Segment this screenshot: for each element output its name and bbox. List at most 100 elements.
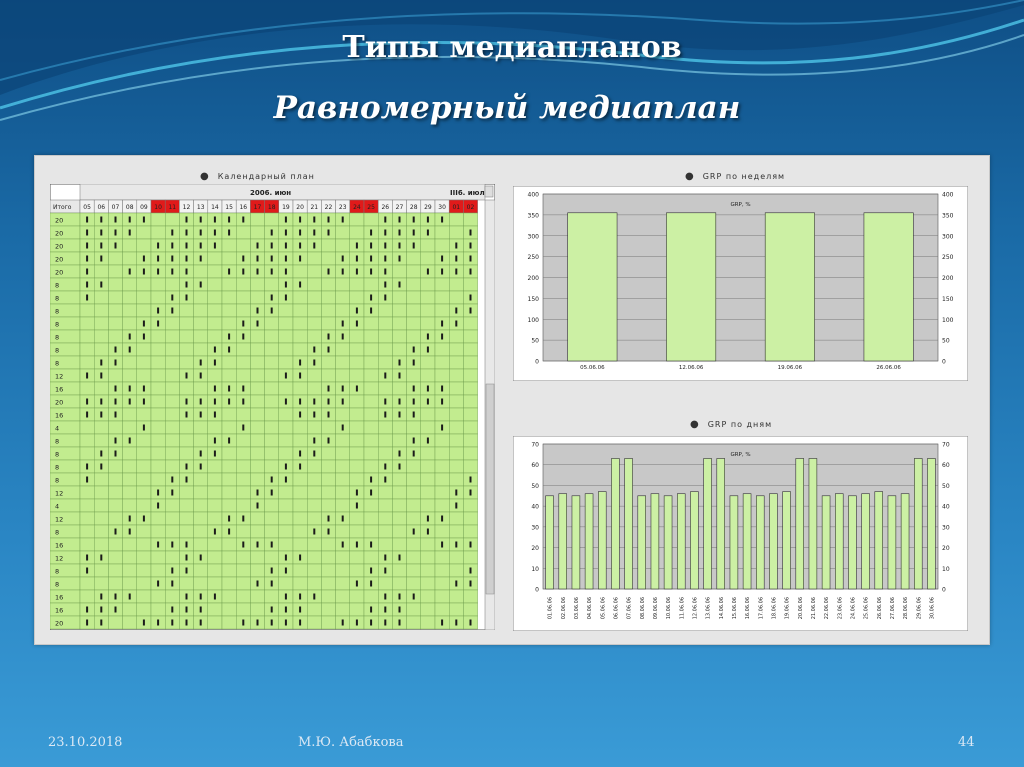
- calendar-cell[interactable]: [335, 589, 351, 604]
- calendar-cell[interactable]: [136, 485, 152, 500]
- calendar-cell[interactable]: [406, 251, 422, 266]
- calendar-cell[interactable]: [250, 329, 265, 344]
- calendar-cell[interactable]: [179, 329, 194, 344]
- calendar-cell[interactable]: [406, 537, 422, 552]
- calendar-cell[interactable]: [264, 212, 280, 227]
- calendar-cell[interactable]: [420, 576, 436, 591]
- calendar-cell[interactable]: [250, 394, 265, 409]
- calendar-cell[interactable]: [250, 563, 265, 578]
- calendar-cell[interactable]: [164, 524, 180, 539]
- calendar-cell[interactable]: [420, 498, 436, 513]
- calendar-cell[interactable]: [264, 446, 280, 461]
- calendar-cell[interactable]: [406, 615, 422, 630]
- calendar-cell[interactable]: [193, 381, 209, 396]
- calendar-cell[interactable]: [363, 498, 379, 513]
- calendar-cell[interactable]: [463, 498, 478, 513]
- calendar-cell[interactable]: [136, 446, 152, 461]
- calendar-cell[interactable]: [363, 459, 379, 474]
- calendar-cell[interactable]: [122, 303, 137, 318]
- calendar-cell[interactable]: [264, 342, 280, 357]
- calendar-cell[interactable]: [449, 407, 464, 422]
- calendar-cell[interactable]: [193, 563, 209, 578]
- calendar-cell[interactable]: [420, 251, 436, 266]
- calendar-cell[interactable]: [108, 264, 123, 279]
- calendar-cell[interactable]: [307, 511, 322, 526]
- calendar-cell[interactable]: [335, 433, 351, 448]
- calendar-cell[interactable]: [264, 420, 280, 435]
- calendar-cell[interactable]: [250, 420, 265, 435]
- calendar-cell[interactable]: [349, 277, 365, 292]
- calendar-cell[interactable]: [420, 368, 436, 383]
- calendar-cell[interactable]: [150, 329, 166, 344]
- calendar-cell[interactable]: [434, 524, 450, 539]
- calendar-cell[interactable]: [179, 433, 194, 448]
- calendar-cell[interactable]: [463, 329, 478, 344]
- calendar-cell[interactable]: [179, 316, 194, 331]
- calendar-cell[interactable]: [108, 303, 123, 318]
- calendar-cell[interactable]: [349, 563, 365, 578]
- calendar-cell[interactable]: [235, 498, 251, 513]
- calendar-cell[interactable]: [307, 368, 322, 383]
- calendar-cell[interactable]: [122, 290, 137, 305]
- calendar-cell[interactable]: [292, 381, 308, 396]
- calendar-cell[interactable]: [193, 329, 209, 344]
- calendar-cell[interactable]: [378, 316, 393, 331]
- calendar-cell[interactable]: [449, 277, 464, 292]
- calendar-cell[interactable]: [94, 498, 109, 513]
- calendar-cell[interactable]: [463, 433, 478, 448]
- calendar-cell[interactable]: [250, 589, 265, 604]
- calendar-cell[interactable]: [406, 290, 422, 305]
- calendar-cell[interactable]: [207, 368, 223, 383]
- calendar-cell[interactable]: [235, 225, 251, 240]
- calendar-cell[interactable]: [363, 329, 379, 344]
- calendar-cell[interactable]: [349, 368, 365, 383]
- calendar-cell[interactable]: [292, 576, 308, 591]
- calendar-cell[interactable]: [235, 472, 251, 487]
- calendar-cell[interactable]: [335, 524, 351, 539]
- calendar-cell[interactable]: [349, 589, 365, 604]
- calendar-cell[interactable]: [108, 277, 123, 292]
- calendar-cell[interactable]: [150, 446, 166, 461]
- calendar-cell[interactable]: [136, 563, 152, 578]
- calendar-cell[interactable]: [292, 290, 308, 305]
- calendar-cell[interactable]: [378, 303, 393, 318]
- calendar-cell[interactable]: [335, 355, 351, 370]
- calendar-cell[interactable]: [307, 316, 322, 331]
- calendar-cell[interactable]: [221, 615, 237, 630]
- calendar-cell[interactable]: [136, 368, 152, 383]
- calendar-cell[interactable]: [349, 342, 365, 357]
- calendar-cell[interactable]: [235, 576, 251, 591]
- calendar-cell[interactable]: [434, 563, 450, 578]
- calendar-cell[interactable]: [193, 290, 209, 305]
- calendar-cell[interactable]: [235, 303, 251, 318]
- calendar-cell[interactable]: [122, 459, 137, 474]
- calendar-cell[interactable]: [164, 355, 180, 370]
- calendar-cell[interactable]: [378, 446, 393, 461]
- calendar-cell[interactable]: [335, 238, 351, 253]
- calendar-cell[interactable]: [235, 446, 251, 461]
- calendar-cell[interactable]: [463, 212, 478, 227]
- calendar-cell[interactable]: [321, 251, 336, 266]
- calendar-cell[interactable]: [434, 498, 450, 513]
- calendar-cell[interactable]: [321, 459, 336, 474]
- calendar-cell[interactable]: [378, 329, 393, 344]
- calendar-cell[interactable]: [363, 511, 379, 526]
- calendar-cell[interactable]: [406, 602, 422, 617]
- calendar-cell[interactable]: [292, 420, 308, 435]
- calendar-cell[interactable]: [363, 433, 379, 448]
- calendar-cell[interactable]: [235, 433, 251, 448]
- calendar-cell[interactable]: [420, 602, 436, 617]
- calendar-cell[interactable]: [463, 381, 478, 396]
- calendar-cell[interactable]: [150, 589, 166, 604]
- calendar-cell[interactable]: [292, 537, 308, 552]
- calendar-cell[interactable]: [449, 524, 464, 539]
- calendar-cell[interactable]: [307, 485, 322, 500]
- calendar-cell[interactable]: [264, 433, 280, 448]
- calendar-cell[interactable]: [164, 433, 180, 448]
- calendar-cell[interactable]: [420, 290, 436, 305]
- calendar-cell[interactable]: [264, 368, 280, 383]
- calendar-cell[interactable]: [207, 264, 223, 279]
- calendar-cell[interactable]: [335, 277, 351, 292]
- calendar-cell[interactable]: [349, 225, 365, 240]
- calendar-cell[interactable]: [434, 355, 450, 370]
